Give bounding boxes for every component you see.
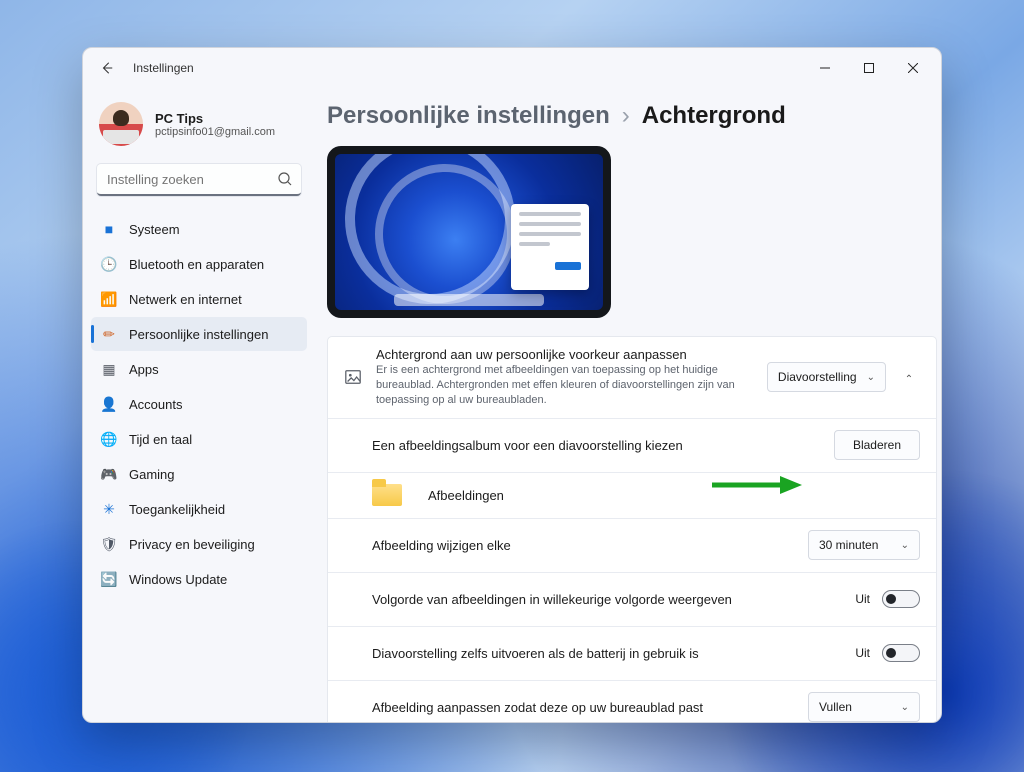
nav-icon: 👤 [101, 396, 117, 412]
album-folder-row[interactable]: Afbeeldingen [328, 472, 936, 518]
sidebar-item[interactable]: 📶 Netwerk en internet [91, 282, 307, 316]
sidebar-item-label: Windows Update [129, 572, 227, 587]
search-icon [277, 171, 293, 190]
battery-toggle[interactable] [882, 644, 920, 662]
fit-title: Afbeelding aanpassen zodat deze op uw bu… [372, 700, 794, 715]
sidebar-item-label: Tijd en taal [129, 432, 192, 447]
sidebar: PC Tips pctipsinfo01@gmail.com ■ Systeem 🕒… [83, 88, 315, 722]
breadcrumb: Persoonlijke instellingen › Achtergrond [327, 102, 937, 130]
profile-name: PC Tips [155, 111, 275, 126]
minimize-icon [820, 63, 830, 73]
sidebar-item-label: Systeem [129, 222, 180, 237]
window-controls [803, 52, 935, 84]
bg-type-select[interactable]: Diavoorstelling ⌄ [767, 362, 886, 392]
sidebar-item-label: Persoonlijke instellingen [129, 327, 268, 342]
nav-icon: ▦ [101, 361, 117, 377]
interval-title: Afbeelding wijzigen elke [372, 538, 794, 553]
nav-icon: 🌐 [101, 431, 117, 447]
fit-value: Vullen [819, 700, 852, 714]
interval-value: 30 minuten [819, 538, 878, 552]
sidebar-item[interactable]: ✳ Toegankelijkheid [91, 492, 307, 526]
shuffle-toggle[interactable] [882, 590, 920, 608]
chevron-up-icon: ⌃ [905, 374, 913, 385]
close-icon [908, 63, 918, 73]
sidebar-item[interactable]: ▦ Apps [91, 352, 307, 386]
sidebar-item[interactable]: 🕒 Bluetooth en apparaten [91, 247, 307, 281]
chevron-right-icon: › [622, 102, 630, 130]
chevron-down-icon: ⌄ [901, 540, 909, 551]
sidebar-item-label: Accounts [129, 397, 182, 412]
collapse-button[interactable]: ⌃ [898, 370, 920, 385]
nav-list: ■ Systeem 🕒 Bluetooth en apparaten 📶 Netwerk … [91, 212, 307, 596]
album-row: Een afbeeldingsalbum voor een diavoorste… [328, 418, 936, 472]
background-preview [327, 146, 611, 318]
sidebar-item[interactable]: ■ Systeem [91, 212, 307, 246]
sidebar-item[interactable]: 👤 Accounts [91, 387, 307, 421]
bg-type-value: Diavoorstelling [778, 370, 857, 384]
nav-icon: 🎮 [101, 466, 117, 482]
chevron-down-icon: ⌄ [901, 702, 909, 713]
sidebar-item-label: Bluetooth en apparaten [129, 257, 264, 272]
back-button[interactable] [93, 54, 121, 82]
fit-row: Afbeelding aanpassen zodat deze op uw bu… [328, 680, 936, 722]
sidebar-item-label: Privacy en beveiliging [129, 537, 255, 552]
sidebar-item[interactable]: 🌐 Tijd en taal [91, 422, 307, 456]
close-button[interactable] [891, 52, 935, 84]
sidebar-item[interactable]: 🎮 Gaming [91, 457, 307, 491]
fit-select[interactable]: Vullen ⌄ [808, 692, 920, 722]
search-input[interactable] [97, 164, 301, 196]
nav-icon: ✳ [101, 501, 117, 517]
search-box [97, 164, 301, 196]
background-settings-card: Achtergrond aan uw persoonlijke voorkeur… [327, 336, 937, 722]
interval-row: Afbeelding wijzigen elke 30 minuten ⌄ [328, 518, 936, 572]
interval-select[interactable]: 30 minuten ⌄ [808, 530, 920, 560]
album-folder-name: Afbeeldingen [428, 488, 504, 503]
avatar [99, 102, 143, 146]
profile-block[interactable]: PC Tips pctipsinfo01@gmail.com [91, 88, 307, 160]
nav-icon: 🔄 [101, 571, 117, 587]
battery-state: Uit [855, 646, 870, 660]
breadcrumb-parent[interactable]: Persoonlijke instellingen [327, 102, 610, 130]
chevron-down-icon: ⌄ [867, 372, 875, 383]
main-content[interactable]: Persoonlijke instellingen › Achtergrond [315, 88, 941, 722]
shuffle-title: Volgorde van afbeeldingen in willekeurig… [372, 592, 841, 607]
titlebar: Instellingen [83, 48, 941, 88]
battery-title: Diavoorstelling zelfs uitvoeren als de b… [372, 646, 841, 661]
folder-icon [372, 484, 402, 506]
maximize-button[interactable] [847, 52, 891, 84]
sidebar-item[interactable]: 🛡 Privacy en beveiliging [91, 527, 307, 561]
personalize-title: Achtergrond aan uw persoonlijke voorkeur… [376, 347, 753, 362]
album-title: Een afbeeldingsalbum voor een diavoorste… [372, 438, 820, 453]
battery-row: Diavoorstelling zelfs uitvoeren als de b… [328, 626, 936, 680]
nav-icon: 📶 [101, 291, 117, 307]
browse-label: Bladeren [853, 438, 901, 452]
nav-icon: ✏ [101, 326, 117, 342]
minimize-button[interactable] [803, 52, 847, 84]
window-title: Instellingen [133, 61, 194, 75]
shuffle-row: Volgorde van afbeeldingen in willekeurig… [328, 572, 936, 626]
desktop-wallpaper: Instellingen PC Tips [0, 0, 1024, 772]
picture-icon [344, 368, 362, 386]
maximize-icon [864, 63, 874, 73]
personalize-row: Achtergrond aan uw persoonlijke voorkeur… [328, 337, 936, 418]
sidebar-item-label: Gaming [129, 467, 175, 482]
settings-window: Instellingen PC Tips [82, 47, 942, 723]
sidebar-item[interactable]: ✏ Persoonlijke instellingen [91, 317, 307, 351]
nav-icon: 🕒 [101, 256, 117, 272]
shuffle-state: Uit [855, 592, 870, 606]
sidebar-item[interactable]: 🔄 Windows Update [91, 562, 307, 596]
nav-icon: ■ [101, 221, 117, 237]
browse-button[interactable]: Bladeren [834, 430, 920, 460]
breadcrumb-current: Achtergrond [642, 102, 786, 130]
nav-icon: 🛡 [101, 536, 117, 552]
sidebar-item-label: Apps [129, 362, 159, 377]
sidebar-item-label: Netwerk en internet [129, 292, 242, 307]
sidebar-item-label: Toegankelijkheid [129, 502, 225, 517]
personalize-subtitle: Er is een achtergrond met afbeeldingen v… [376, 363, 753, 408]
profile-email: pctipsinfo01@gmail.com [155, 126, 275, 138]
arrow-left-icon [100, 61, 114, 75]
